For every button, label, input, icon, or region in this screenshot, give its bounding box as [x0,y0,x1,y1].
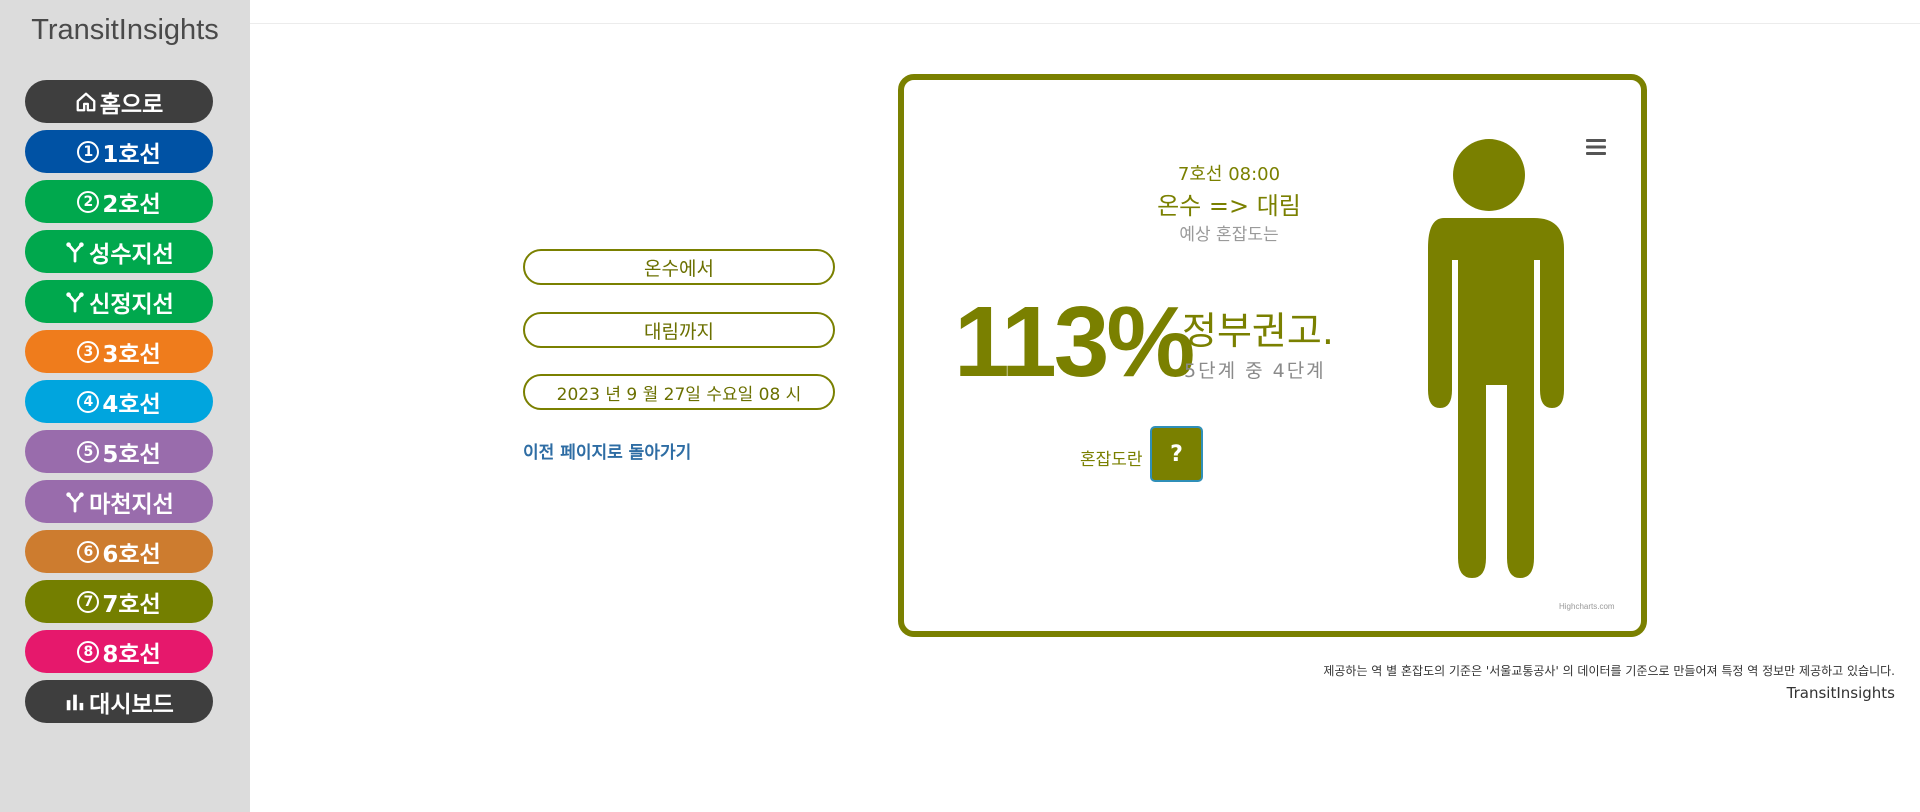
destination-station-button[interactable]: 대림까지 [523,312,835,348]
help-label: 혼잡도란 [1080,450,1143,470]
nav-item-6[interactable]: 4 4호선 [25,380,213,423]
branch-icon [64,491,86,513]
nav-item-1[interactable]: 1 1호선 [25,130,213,173]
line-2-icon: 2 [77,190,100,213]
nav-item-8[interactable]: 마천지선 [25,480,213,523]
line-5-icon: 5 [77,440,100,463]
congestion-percent: 113% [954,286,1195,398]
sidebar: TransitInsights 홈으로 1 1호선 2 2호선 성수지선 신정지선 3 3호선 4… [0,0,250,812]
bar-chart-icon [64,691,86,713]
brand-title: TransitInsights [31,14,219,46]
chart-credit[interactable]: Highcharts.com [1559,602,1615,611]
route-text: 온수 => 대림 [1157,192,1301,220]
congestion-card: 7호선 08:00 온수 => 대림 예상 혼잡도는 113% 정부권고. 5단… [898,74,1647,637]
nav-item-label: 8호선 [102,641,161,668]
line-number: 1 [77,140,100,163]
line-number: 6 [77,540,100,563]
nav-item-4[interactable]: 신정지선 [25,280,213,323]
nav-item-2[interactable]: 2 2호선 [25,180,213,223]
nav-item-label: 신정지선 [89,291,174,318]
footer-note: 제공하는 역 별 혼잡도의 기준은 '서울교통공사' 의 데이터를 기준으로 만… [1323,664,1895,678]
level-text: 5단계 중 4단계 [1184,360,1326,382]
line-number: 3 [77,340,100,363]
line-number: 7 [77,590,100,613]
nav-item-9[interactable]: 6 6호선 [25,530,213,573]
hamburger-menu-icon[interactable] [1584,135,1608,159]
nav-item-label: 1호선 [102,141,161,168]
line-number: 5 [77,440,100,463]
branch-icon [64,291,86,313]
nav-item-3[interactable]: 성수지선 [25,230,213,273]
nav-item-label: 7호선 [102,591,161,618]
nav-item-label: 성수지선 [89,241,174,268]
person-figure-icon [1428,139,1564,578]
nav-item-0[interactable]: 홈으로 [25,80,213,123]
line-8-icon: 8 [77,640,100,663]
nav-item-7[interactable]: 5 5호선 [25,430,213,473]
nav-item-label: 6호선 [102,541,161,568]
datetime-button[interactable]: 2023 년 9 월 27일 수요일 08 시 [523,374,835,410]
line-time: 7호선 08:00 [1177,164,1281,185]
prediction-label: 예상 혼잡도는 [1179,225,1279,245]
nav-item-label: 2호선 [102,191,161,218]
footer-brand: TransitInsights [1786,684,1895,702]
line-1-icon: 1 [77,140,100,163]
nav-item-12[interactable]: 대시보드 [25,680,213,723]
nav-item-10[interactable]: 7 7호선 [25,580,213,623]
nav-item-label: 5호선 [102,441,161,468]
line-number: 4 [77,390,100,413]
line-number: 2 [77,190,100,213]
line-3-icon: 3 [77,340,100,363]
origin-station-button[interactable]: 온수에서 [523,249,835,285]
nav-item-5[interactable]: 3 3호선 [25,330,213,373]
home-icon [75,91,97,113]
line-7-icon: 7 [77,590,100,613]
nav-item-label: 4호선 [102,391,161,418]
nav-menu: 홈으로 1 1호선 2 2호선 성수지선 신정지선 3 3호선 4 4호선 5 5호선 마천지선 6 6호선 7… [25,80,213,730]
advice-text: 정부권고. [1182,309,1334,353]
nav-item-label: 대시보드 [89,691,174,718]
branch-icon [64,241,86,263]
nav-item-label: 3호선 [102,341,161,368]
nav-item-label: 홈으로 [99,91,164,118]
back-link[interactable]: 이전 페이지로 돌아가기 [523,438,691,463]
line-4-icon: 4 [77,390,100,413]
help-button[interactable]: ? [1150,426,1203,482]
nav-item-11[interactable]: 8 8호선 [25,630,213,673]
line-number: 8 [77,640,100,663]
line-6-icon: 6 [77,540,100,563]
top-divider [250,23,1920,24]
nav-item-label: 마천지선 [89,491,174,518]
